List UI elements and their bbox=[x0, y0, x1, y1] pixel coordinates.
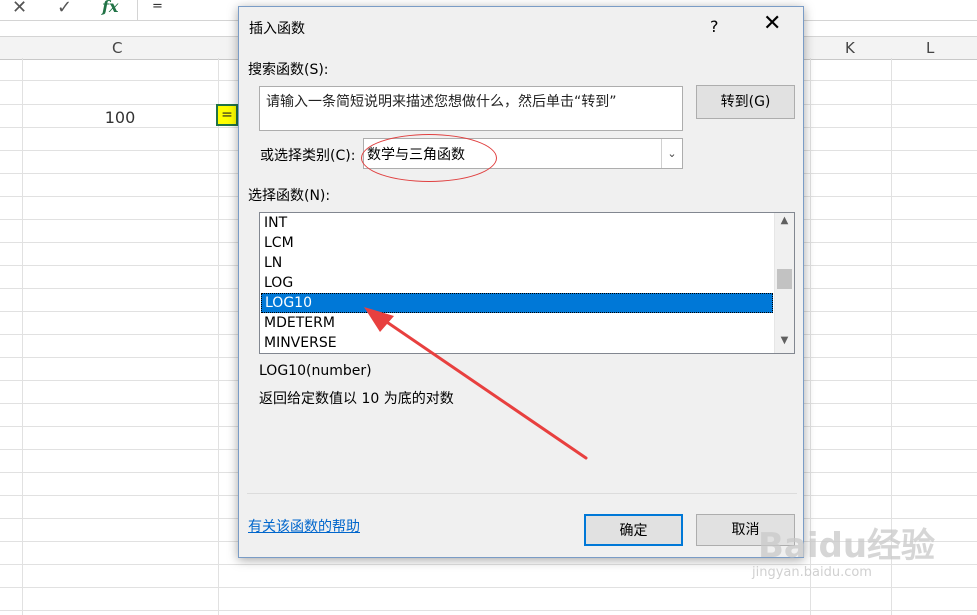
formula-bar-divider bbox=[137, 0, 138, 20]
dialog-divider bbox=[247, 493, 797, 494]
scroll-down-icon[interactable]: ▼ bbox=[775, 335, 794, 346]
close-icon[interactable]: ✕ bbox=[763, 13, 781, 35]
function-item[interactable]: LCM bbox=[261, 233, 773, 253]
cell-c-value[interactable]: 100 bbox=[90, 108, 150, 127]
confirm-formula-icon[interactable]: ✓ bbox=[57, 0, 72, 18]
formula-input[interactable]: = bbox=[152, 0, 163, 14]
goto-button[interactable]: 转到(G) bbox=[696, 85, 795, 119]
column-k-header[interactable]: K bbox=[845, 39, 855, 57]
function-list[interactable]: INT LCM LN LOG LOG10 MDETERM MINVERSE ▲ … bbox=[259, 212, 795, 354]
help-button[interactable]: ? bbox=[710, 17, 719, 36]
chevron-down-icon[interactable]: ⌄ bbox=[661, 139, 682, 168]
function-item[interactable]: MINVERSE bbox=[261, 333, 773, 353]
scroll-thumb[interactable] bbox=[777, 269, 792, 289]
search-label: 搜索函数(S): bbox=[248, 62, 329, 78]
baidu-watermark-logo: Baidu经验 bbox=[758, 526, 936, 566]
function-item-selected[interactable]: LOG10 bbox=[261, 293, 773, 313]
category-value: 数学与三角函数 bbox=[367, 147, 465, 163]
function-help-link[interactable]: 有关该函数的帮助 bbox=[248, 516, 360, 536]
dialog-title: 插入函数 bbox=[249, 21, 305, 37]
category-select[interactable]: 数学与三角函数 ⌄ bbox=[363, 138, 683, 169]
function-item[interactable]: LN bbox=[261, 253, 773, 273]
select-function-label: 选择函数(N): bbox=[248, 188, 331, 204]
function-description: 返回给定数值以 10 为底的对数 bbox=[259, 391, 454, 407]
function-signature: LOG10(number) bbox=[259, 363, 372, 379]
category-label: 或选择类别(C): bbox=[260, 148, 356, 164]
search-input[interactable]: 请输入一条简短说明来描述您想做什么，然后单击“转到” bbox=[259, 86, 683, 131]
function-item[interactable]: INT bbox=[261, 213, 773, 233]
function-item[interactable]: MDETERM bbox=[261, 313, 773, 333]
column-l-header[interactable]: L bbox=[926, 39, 934, 57]
insert-function-icon[interactable]: fx bbox=[102, 0, 118, 16]
cancel-formula-icon[interactable]: ✕ bbox=[12, 0, 27, 18]
baidu-watermark-url: jingyan.baidu.com bbox=[752, 565, 872, 580]
function-list-scrollbar[interactable]: ▲ ▼ bbox=[774, 213, 794, 353]
active-cell[interactable]: = bbox=[216, 104, 238, 126]
function-item[interactable]: LOG bbox=[261, 273, 773, 293]
insert-function-dialog: 插入函数 ? ✕ 搜索函数(S): 请输入一条简短说明来描述您想做什么，然后单击… bbox=[238, 6, 804, 558]
ok-button[interactable]: 确定 bbox=[584, 514, 683, 546]
scroll-up-icon[interactable]: ▲ bbox=[775, 215, 794, 226]
column-c-header[interactable]: C bbox=[112, 39, 122, 57]
